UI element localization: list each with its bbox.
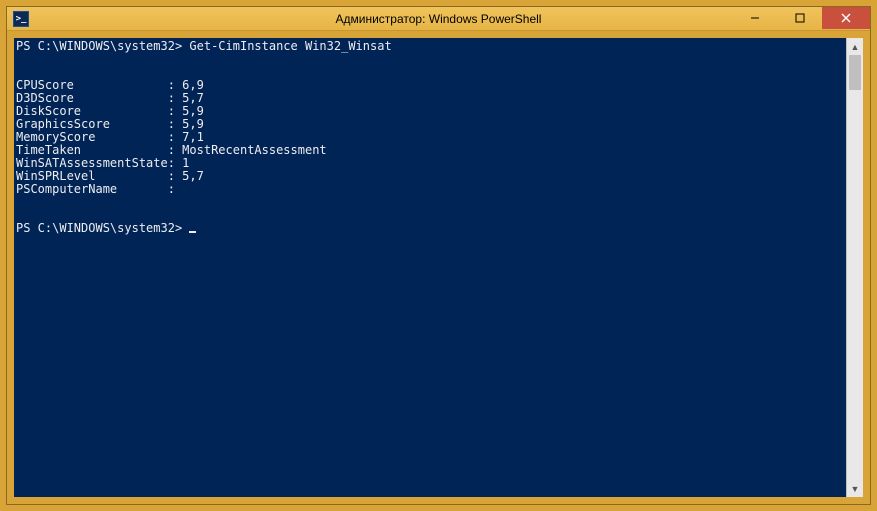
scroll-up-button[interactable]: ▲ (847, 38, 863, 55)
window-title: Администратор: Windows PowerShell (336, 12, 542, 26)
scrollbar-thumb[interactable] (849, 55, 861, 90)
vertical-scrollbar[interactable]: ▲ ▼ (846, 38, 863, 497)
chevron-down-icon: ▼ (851, 484, 860, 494)
console-output[interactable]: PS C:\WINDOWS\system32> Get-CimInstance … (14, 38, 846, 497)
chevron-up-icon: ▲ (851, 42, 860, 52)
scroll-down-button[interactable]: ▼ (847, 480, 863, 497)
powershell-window: >_ Администратор: Windows PowerShell PS … (6, 6, 871, 505)
cursor (189, 231, 196, 233)
powershell-icon: >_ (13, 11, 29, 27)
window-controls (732, 7, 870, 30)
titlebar[interactable]: >_ Администратор: Windows PowerShell (7, 7, 870, 31)
maximize-button[interactable] (777, 7, 822, 29)
client-area: PS C:\WINDOWS\system32> Get-CimInstance … (7, 31, 870, 504)
close-icon (841, 13, 851, 23)
minimize-button[interactable] (732, 7, 777, 29)
console-container: PS C:\WINDOWS\system32> Get-CimInstance … (14, 38, 863, 497)
close-button[interactable] (822, 7, 870, 29)
scrollbar-track[interactable] (847, 55, 863, 480)
minimize-icon (750, 13, 760, 23)
maximize-icon (795, 13, 805, 23)
powershell-icon-glyph: >_ (16, 14, 27, 24)
